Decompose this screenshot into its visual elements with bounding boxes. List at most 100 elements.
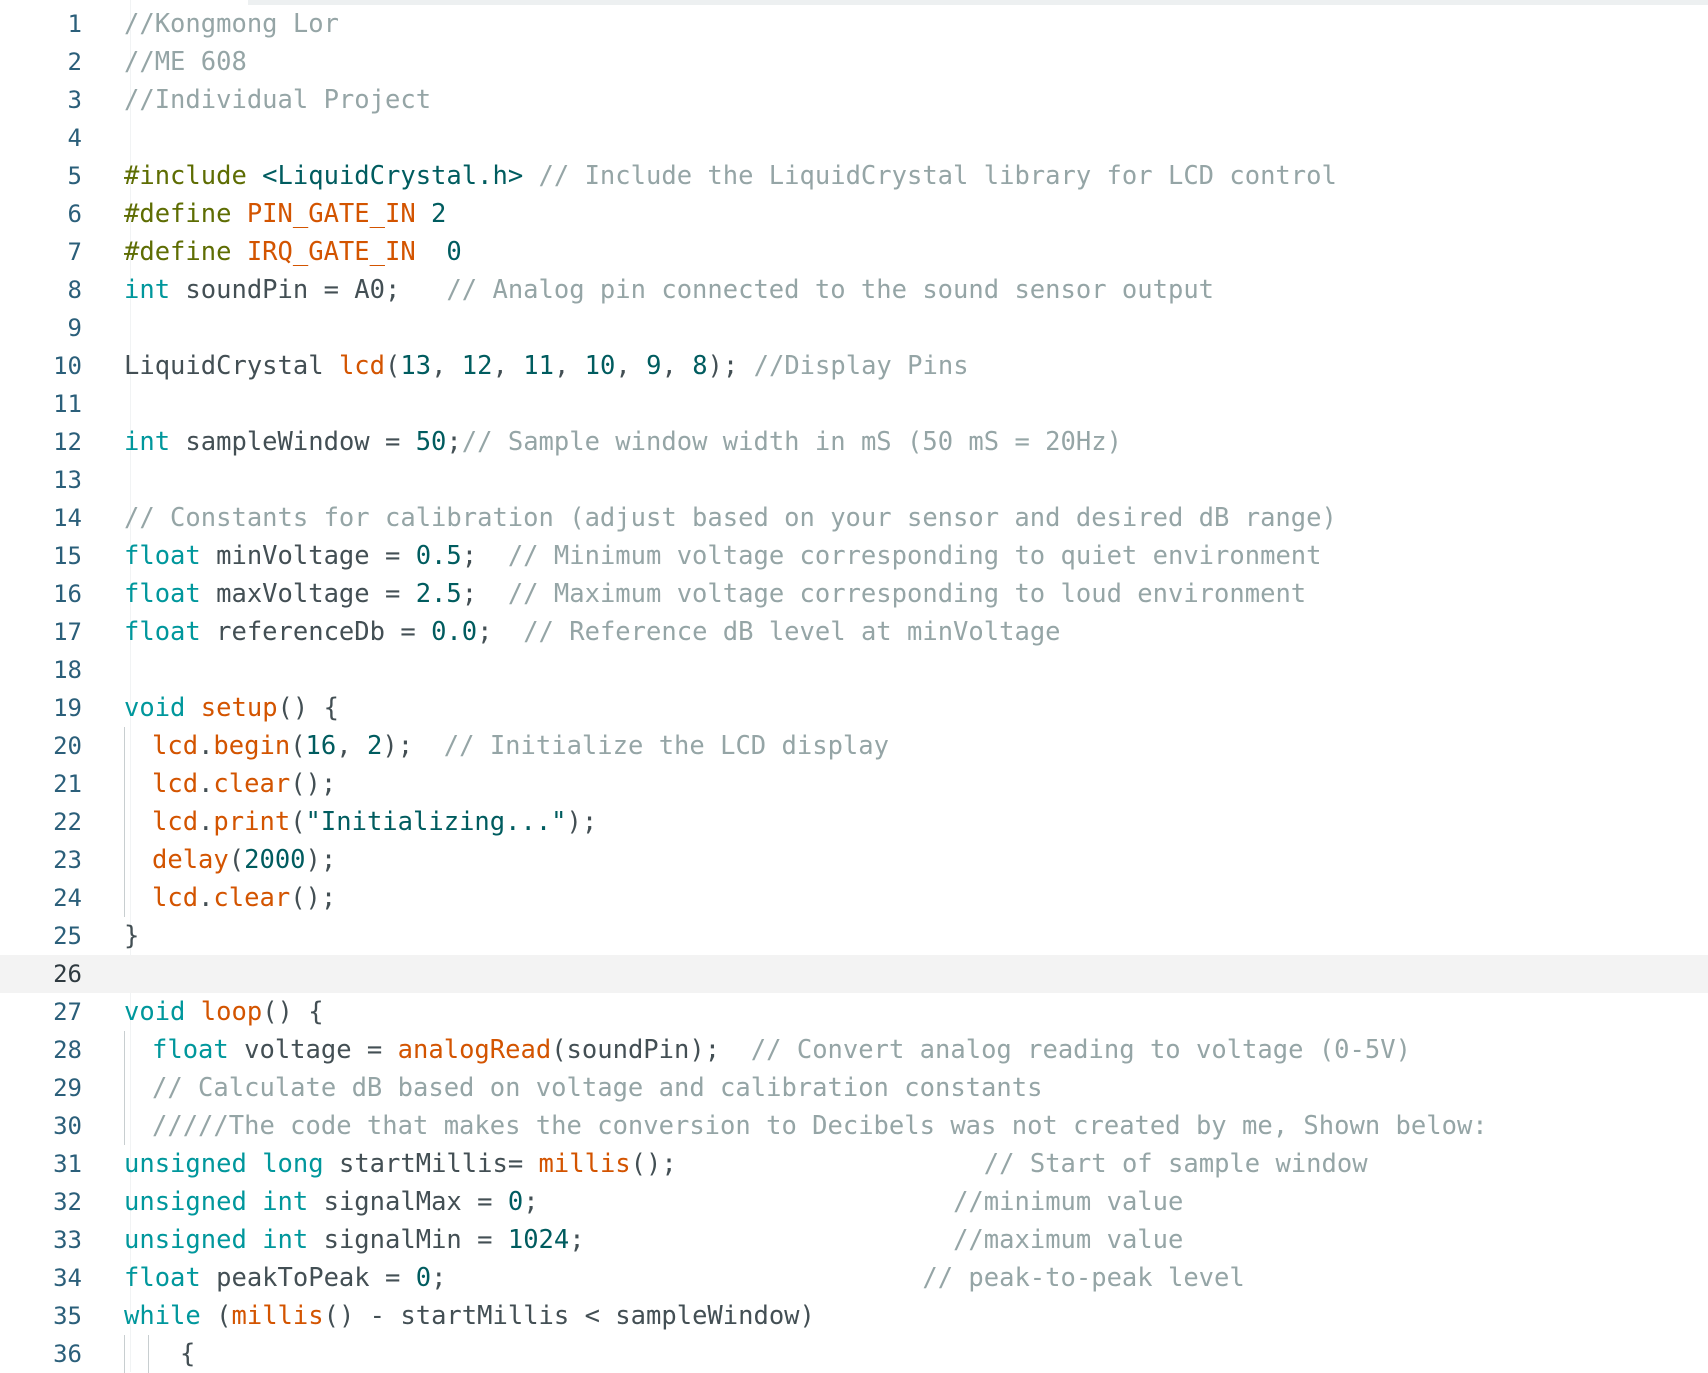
code-token: unsigned xyxy=(124,1225,247,1255)
code-token: void xyxy=(124,693,186,723)
code-token: // Maximum voltage corresponding to loud… xyxy=(507,579,1307,609)
code-token: 0.0 xyxy=(431,617,478,647)
code-line[interactable]: 27 void loop() { xyxy=(0,993,1708,1031)
code-token: , xyxy=(553,351,585,381)
code-token: int xyxy=(124,427,171,457)
code-token: 8 xyxy=(692,351,708,381)
code-line[interactable]: 21 lcd.clear(); xyxy=(0,765,1708,803)
code-content: lcd.clear(); xyxy=(152,765,336,803)
code-line[interactable]: 12 int sampleWindow = 50;// Sample window… xyxy=(0,423,1708,461)
indent-guide xyxy=(124,841,125,879)
code-line[interactable]: 20 lcd.begin(16, 2); // Initialize the LC… xyxy=(0,727,1708,765)
indent-guide xyxy=(124,879,125,917)
code-token: 12 xyxy=(461,351,493,381)
indent-guide xyxy=(148,1335,149,1373)
code-token: (); xyxy=(290,769,337,799)
code-line[interactable]: 17 float referenceDb = 0.0; // Reference … xyxy=(0,613,1708,651)
code-line[interactable]: 32 unsigned int signalMax = 0; //minimum … xyxy=(0,1183,1708,1221)
code-line[interactable]: 11 xyxy=(0,385,1708,423)
line-number: 32 xyxy=(53,1188,82,1216)
code-line[interactable]: 29 // Calculate dB based on voltage and c… xyxy=(0,1069,1708,1107)
line-number: 20 xyxy=(53,732,82,760)
code-token: ); xyxy=(566,807,598,837)
code-content: //ME 608 xyxy=(124,43,247,81)
code-content: void setup() { xyxy=(124,689,339,727)
code-token: // Constants for calibration (adjust bas… xyxy=(124,503,1337,533)
code-line[interactable]: 34 float peakToPeak = 0; // peak-to-peak … xyxy=(0,1259,1708,1297)
code-line[interactable]: 13 xyxy=(0,461,1708,499)
code-token: //minimum value xyxy=(953,1187,1184,1217)
code-line[interactable]: 2 //ME 608 xyxy=(0,43,1708,81)
code-token: soundPin = A0; xyxy=(170,275,447,305)
code-text-area[interactable]: 1 //Kongmong Lor 2 //ME 608 3 //Individual Pr… xyxy=(0,5,1708,1373)
code-line[interactable]: 16 float maxVoltage = 2.5; // Maximum vol… xyxy=(0,575,1708,613)
code-token: #include xyxy=(124,161,247,191)
code-line[interactable]: 15 float minVoltage = 0.5; // Minimum vol… xyxy=(0,537,1708,575)
code-line[interactable]: 3 //Individual Project xyxy=(0,81,1708,119)
code-line[interactable]: 36 { xyxy=(0,1335,1708,1373)
line-number: 24 xyxy=(53,884,82,912)
code-content: #include <LiquidCrystal.h> // Include th… xyxy=(124,157,1337,195)
code-line[interactable]: 4 xyxy=(0,119,1708,157)
code-token: 0.5 xyxy=(415,541,462,571)
code-line[interactable]: 19 void setup() { xyxy=(0,689,1708,727)
code-token: ); xyxy=(382,731,444,761)
code-line[interactable]: 7 #define IRQ_GATE_IN 0 xyxy=(0,233,1708,271)
code-token: signalMin = xyxy=(308,1225,508,1255)
code-line[interactable]: 1 //Kongmong Lor xyxy=(0,5,1708,43)
code-content: #define PIN_GATE_IN 2 xyxy=(124,195,446,233)
indent-guide xyxy=(124,727,125,765)
code-token: print xyxy=(213,807,291,837)
code-token: 16 xyxy=(305,731,337,761)
code-line[interactable]: 31 unsigned long startMillis= millis(); /… xyxy=(0,1145,1708,1183)
code-token: ( xyxy=(200,1301,232,1331)
line-number: 31 xyxy=(53,1150,82,1178)
indent-guide xyxy=(124,765,125,803)
line-number: 16 xyxy=(53,580,82,608)
line-number: 35 xyxy=(53,1302,82,1330)
code-line[interactable]: 10 LiquidCrystal lcd(13, 12, 11, 10, 9, 8… xyxy=(0,347,1708,385)
code-editor[interactable]: 1 //Kongmong Lor 2 //ME 608 3 //Individual Pr… xyxy=(0,0,1708,1373)
code-line[interactable]: 23 delay(2000); xyxy=(0,841,1708,879)
code-line[interactable]: 33 unsigned int signalMin = 1024; //maxim… xyxy=(0,1221,1708,1259)
code-line[interactable]: 9 xyxy=(0,309,1708,347)
code-line[interactable]: 30 /////The code that makes the conversio… xyxy=(0,1107,1708,1145)
code-token: 1024 xyxy=(507,1225,570,1255)
code-token: float xyxy=(124,617,201,647)
code-line[interactable]: 26 xyxy=(0,955,1708,993)
code-line[interactable]: 24 lcd.clear(); xyxy=(0,879,1708,917)
code-line[interactable]: 8 int soundPin = A0; // Analog pin connec… xyxy=(0,271,1708,309)
code-token: minVoltage = xyxy=(200,541,416,571)
code-token: () { xyxy=(277,693,339,723)
code-token: setup xyxy=(200,693,278,723)
code-token: // Minimum voltage corresponding to quie… xyxy=(507,541,1322,571)
code-content: // Constants for calibration (adjust bas… xyxy=(124,499,1337,537)
code-token: 2 xyxy=(366,731,383,761)
code-line[interactable]: 35 while (millis() - startMillis < sample… xyxy=(0,1297,1708,1335)
code-line[interactable]: 6 #define PIN_GATE_IN 2 xyxy=(0,195,1708,233)
code-token: (soundPin); xyxy=(551,1035,751,1065)
code-token: } xyxy=(124,921,140,951)
code-line[interactable]: 25} xyxy=(0,917,1708,955)
code-token: ; xyxy=(446,427,462,457)
code-token: unsigned xyxy=(124,1149,247,1179)
code-token: ; xyxy=(461,541,508,571)
line-number: 8 xyxy=(67,276,82,304)
line-number: 23 xyxy=(53,846,82,874)
code-line[interactable]: 28 float voltage = analogRead(soundPin); … xyxy=(0,1031,1708,1069)
code-token: // Start of sample window xyxy=(983,1149,1368,1179)
code-line[interactable]: 5 #include <LiquidCrystal.h> // Include t… xyxy=(0,157,1708,195)
code-token: millis xyxy=(538,1149,631,1179)
code-token: while xyxy=(124,1301,201,1331)
code-content: float voltage = analogRead(soundPin); //… xyxy=(152,1031,1411,1069)
code-token: signalMax = xyxy=(308,1187,508,1217)
code-line[interactable]: 22 lcd.print("Initializing..."); xyxy=(0,803,1708,841)
code-token: (); xyxy=(290,883,337,913)
code-token: { xyxy=(180,1339,196,1369)
code-token: float xyxy=(124,1263,201,1293)
code-token: 2 xyxy=(415,199,447,229)
code-line[interactable]: 14 // Constants for calibration (adjust b… xyxy=(0,499,1708,537)
code-line[interactable]: 18 xyxy=(0,651,1708,689)
